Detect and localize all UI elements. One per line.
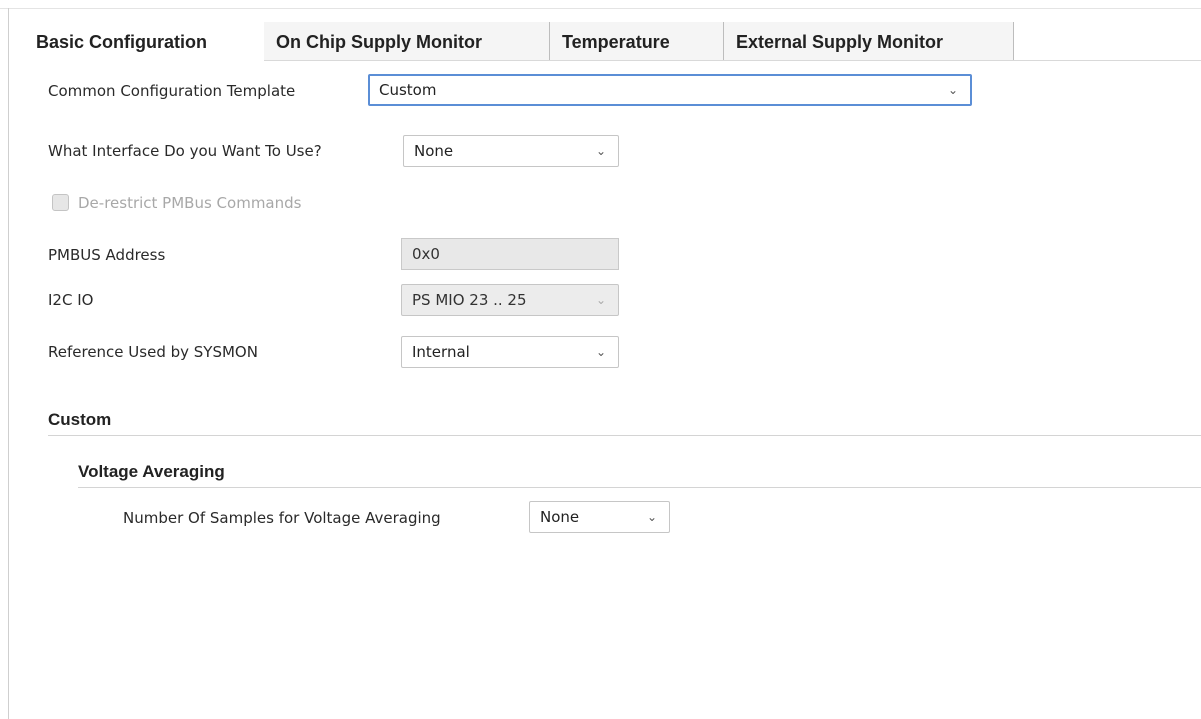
custom-section-divider	[48, 435, 1201, 436]
voltage-averaging-title: Voltage Averaging	[78, 462, 225, 481]
voltage-averaging-divider	[78, 487, 1201, 488]
i2c-io-value: PS MIO 23 .. 25	[412, 291, 527, 309]
tab-on-chip-supply-monitor[interactable]: On Chip Supply Monitor	[264, 22, 550, 60]
chevron-down-icon: ⌄	[595, 345, 606, 359]
custom-section-title: Custom	[48, 410, 112, 429]
chevron-down-icon: ⌄	[947, 83, 958, 97]
pmbus-address-field[interactable]: 0x0	[401, 238, 619, 270]
template-value: Custom	[379, 81, 437, 99]
template-label: Common Configuration Template	[48, 82, 296, 100]
interface-select[interactable]: None ⌄	[403, 135, 619, 167]
window-top-border	[0, 0, 1201, 9]
derestrict-checkbox[interactable]	[52, 194, 69, 211]
chevron-down-icon: ⌄	[595, 293, 606, 307]
samples-select[interactable]: None ⌄	[529, 501, 670, 533]
chevron-down-icon: ⌄	[646, 510, 657, 524]
i2c-io-label: I2C IO	[48, 291, 94, 309]
samples-value: None	[540, 508, 580, 526]
reference-select[interactable]: Internal ⌄	[401, 336, 619, 368]
tab-bar: Basic Configuration On Chip Supply Monit…	[24, 22, 1201, 61]
reference-value: Internal	[412, 343, 470, 361]
chevron-down-icon: ⌄	[595, 144, 606, 158]
interface-value: None	[414, 142, 454, 160]
interface-label: What Interface Do you Want To Use?	[48, 142, 322, 160]
i2c-io-select[interactable]: PS MIO 23 .. 25 ⌄	[401, 284, 619, 316]
tab-basic-configuration[interactable]: Basic Configuration	[24, 22, 264, 61]
samples-label: Number Of Samples for Voltage Averaging	[123, 509, 441, 527]
tab-temperature[interactable]: Temperature	[550, 22, 724, 60]
template-select[interactable]: Custom ⌄	[368, 74, 972, 106]
reference-label: Reference Used by SYSMON	[48, 343, 258, 361]
window-left-border	[8, 8, 9, 719]
derestrict-label: De-restrict PMBus Commands	[78, 194, 302, 212]
tab-external-supply-monitor[interactable]: External Supply Monitor	[724, 22, 1014, 60]
pmbus-address-label: PMBUS Address	[48, 246, 166, 264]
